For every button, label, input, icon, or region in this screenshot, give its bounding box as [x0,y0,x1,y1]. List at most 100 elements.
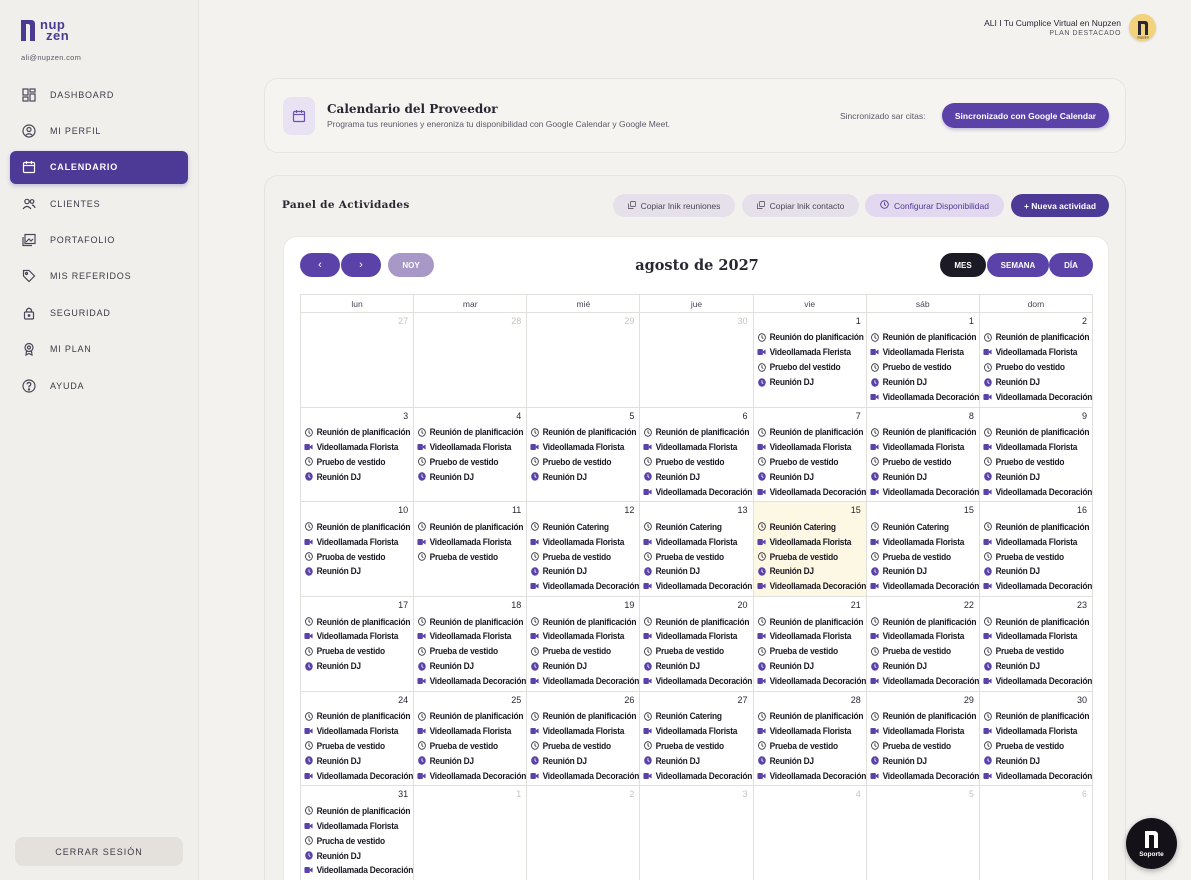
calendar-event[interactable]: Videollamada Decoración [983,674,1092,689]
calendar-event[interactable]: Videollamada Decoración [757,768,866,783]
calendar-event[interactable]: Prueba de vestido [757,549,866,564]
calendar-event[interactable]: Videollamada Florista [530,440,639,455]
calendar-event[interactable]: Videollamada Decoración [983,390,1092,405]
view-week-button[interactable]: SEMANA [987,253,1049,277]
calendar-day[interactable]: 12 Reunión Catering Videollamada Florista P… [527,502,641,598]
calendar-day[interactable]: 20 Reunión de planificación Videollamada F… [640,597,754,692]
calendar-event[interactable]: Prueba de vestido [983,644,1092,659]
calendar-event[interactable]: Videollamada Florista [643,629,752,644]
calendar-event[interactable]: Videollamada Florista [643,440,752,455]
calendar-event[interactable]: Reunión DJ [983,564,1092,579]
calendar-event[interactable]: Videollamada Decoración [643,484,753,499]
new-activity-button[interactable]: + Nueva actividad [1011,194,1109,217]
calendar-event[interactable]: Videollamada Florista [983,629,1092,644]
calendar-event[interactable]: Pruebo do vestido [983,360,1092,375]
calendar-event[interactable]: Reunión DJ [983,659,1092,674]
calendar-event[interactable]: Reunión DJ [983,753,1092,768]
sidebar-item-dashboard[interactable]: DASHBOARD [10,78,188,111]
calendar-day[interactable]: 25 Reunión de planificación Videollamada F… [414,691,528,787]
calendar-day[interactable]: 9 Reunión de planificación Videollamada Fl… [979,407,1093,503]
support-button[interactable]: Soporte [1126,818,1177,869]
calendar-event[interactable]: Videollamada Florista [530,534,639,549]
calendar-day[interactable]: 23 Reunión de planificación Videollamada F… [979,597,1093,692]
calendar-event[interactable]: Prueba de vestido [757,739,866,754]
calendar-event[interactable]: Videollamada Florista [983,534,1092,549]
calendar-day[interactable]: 31 Reunión de planificación Videollamada F… [301,786,415,880]
calendar-event[interactable]: Videollamada Florista [643,534,752,549]
calendar-day[interactable]: 28 Reunión de planificación Videollamada F… [753,691,867,787]
calendar-event[interactable]: Videollamada Florista [757,724,866,739]
calendar-event[interactable]: Videollamada Decoración [757,484,866,499]
calendar-event[interactable]: Reunión Catering [643,709,752,724]
calendar-event[interactable]: Videollamada Decoración [870,484,979,499]
calendar-event[interactable]: Reunión Catering [870,519,979,534]
calendar-event[interactable]: Reunión DJ [757,469,866,484]
calendar-event[interactable]: Reunión DJ [870,753,979,768]
calendar-event[interactable]: Reunión DJ [870,375,979,390]
calendar-event[interactable]: Prueba de vestido [304,644,413,659]
calendar-event[interactable]: Pruebo de vestido [530,454,639,469]
calendar-day[interactable]: 11 Reunión de planificación Videollamada F… [414,502,528,598]
calendar-event[interactable]: Pruebo de vestido [643,454,752,469]
calendar-event[interactable]: Videollamada Flerista [757,345,866,360]
calendar-event[interactable]: Prueba de vestido [304,739,413,754]
calendar-day[interactable]: 19 Reunión de planificación Videollamada F… [527,597,641,692]
calendar-event[interactable]: Videollamada Florista [983,440,1092,455]
calendar-event[interactable]: Reunión DJ [417,469,526,484]
calendar-event[interactable]: Videollamada Decoración [870,579,979,594]
calendar-event[interactable]: Reunión DJ [643,469,752,484]
calendar-day[interactable]: 30 Reunión de planificación Videollamada F… [979,691,1093,787]
calendar-day[interactable]: 1 Reunión de planificación Videollamada Fl… [866,313,980,408]
calendar-event[interactable]: Reunión de planificación [530,709,639,724]
calendar-day[interactable]: 3 [640,786,754,880]
calendar-day[interactable]: 5 Reunión de planificación Videollamada Fl… [527,407,641,503]
calendar-day[interactable]: 18 Reunión de planificación Videollamada F… [414,597,528,692]
calendar-event[interactable]: Videollamada Decoración [983,579,1092,594]
calendar-event[interactable]: Prueba de vestido [870,549,979,564]
calendar-event[interactable]: Reunión DJ [757,659,866,674]
view-month-button[interactable]: MES [940,253,986,277]
calendar-day[interactable]: 7 Reunión de planificación Videollamada Fl… [753,407,867,503]
calendar-event[interactable]: Reunión de planificación [870,330,979,345]
copy-contact-link-button[interactable]: Copiar lnik contacto [742,194,859,217]
logout-button[interactable]: CERRAR SESIÓN [15,837,183,866]
calendar-day[interactable]: 6 [980,786,1093,880]
calendar-event[interactable]: Videollamada Florista [870,534,979,549]
copy-meetings-link-button[interactable]: Copiar lnik reuniones [613,194,735,217]
calendar-event[interactable]: Prueba de vestido [530,644,639,659]
calendar-event[interactable]: Reunión DJ [304,564,413,579]
calendar-event[interactable]: Reunión DJ [530,469,639,484]
calendar-event[interactable]: Reunión de planificación [417,425,526,440]
calendar-event[interactable]: Reunión DJ [643,753,752,768]
calendar-event[interactable]: Reunión de planificación [643,614,752,629]
calendar-event[interactable]: Prueba de vestido [643,739,752,754]
calendar-event[interactable]: Reunión de planificación [530,614,639,629]
calendar-event[interactable]: Reunión Catering [643,519,752,534]
calendar-event[interactable]: Reunión de planificación [983,709,1092,724]
calendar-event[interactable]: Pruebo del vestido [757,360,866,375]
calendar-event[interactable]: Prueba de vestido [417,644,526,659]
view-day-button[interactable]: DÍA [1049,253,1093,277]
calendar-event[interactable]: Reunión de planificación [643,425,752,440]
sidebar-item-ayuda[interactable]: AYUDA [10,369,188,402]
calendar-event[interactable]: Reunión de planificación [983,425,1092,440]
calendar-event[interactable]: Reunión de planificación [304,425,413,440]
calendar-event[interactable]: Reunión de planificación [983,330,1092,345]
calendar-event[interactable]: Reunión de planificación [417,519,526,534]
calendar-event[interactable]: Prueba de vestido [870,644,979,659]
calendar-event[interactable]: Reunión de planificación [417,614,526,629]
sidebar-item-clientes[interactable]: CLIENTES [10,187,188,220]
calendar-event[interactable]: Videollamada Decoración [643,768,753,783]
sidebar-item-mi-perfil[interactable]: MI PERFIL [10,114,188,147]
calendar-day[interactable]: 29 [527,313,641,408]
calendar-event[interactable]: Reunión de planificación [983,614,1092,629]
calendar-event[interactable]: Videollamada Florista [757,440,866,455]
calendar-event[interactable]: Videollamada Decoración [530,579,639,594]
calendar-event[interactable]: Reunión do planificación [757,330,866,345]
calendar-day[interactable]: 17 Reunión de planificación Videollamada F… [301,597,415,692]
calendar-event[interactable]: Pruebo de vestido [870,454,979,469]
calendar-event[interactable]: Prueba de vestido [417,739,526,754]
calendar-event[interactable]: Reunión Catering [757,519,866,534]
calendar-day[interactable]: 4 [754,786,867,880]
calendar-event[interactable]: Reunión Catering [530,519,639,534]
